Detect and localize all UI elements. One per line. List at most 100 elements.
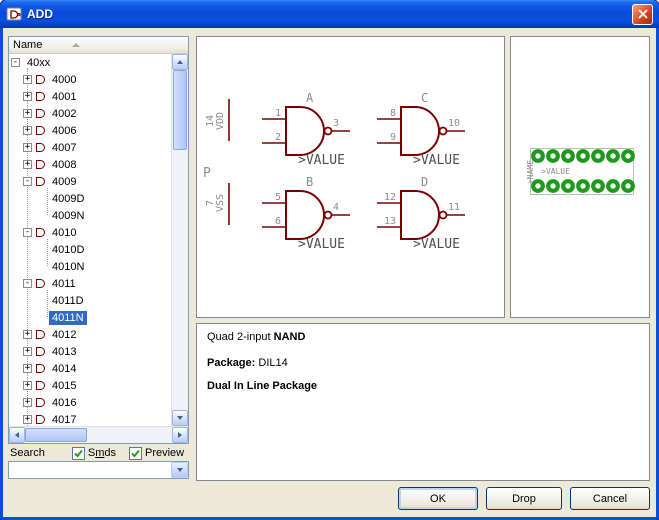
cancel-button[interactable]: Cancel [570, 487, 650, 510]
tree-item-4012[interactable]: +4012 [9, 326, 171, 343]
vertical-scroll-thumb[interactable] [173, 70, 187, 150]
tree-item-4010[interactable]: - 4010 [9, 224, 171, 241]
tree-vertical-scrollbar[interactable] [171, 54, 188, 426]
preview-checkbox[interactable]: Preview [129, 447, 184, 460]
close-button[interactable] [632, 4, 653, 25]
tree-item-label: 4000 [49, 73, 79, 87]
tree-item-4010D[interactable]: 4010D [9, 241, 171, 258]
tree-item-4008[interactable]: +4008 [9, 156, 171, 173]
device-icon [36, 143, 45, 152]
pad [623, 181, 633, 191]
svg-text:5: 5 [275, 192, 281, 203]
horizontal-scroll-thumb[interactable] [25, 428, 87, 442]
expand-icon[interactable]: + [23, 92, 32, 101]
svg-text:13: 13 [384, 216, 396, 227]
search-combo[interactable] [8, 461, 189, 479]
horizontal-scroll-track[interactable] [87, 427, 172, 443]
search-input[interactable] [9, 462, 171, 478]
tree-item-4009N[interactable]: 4009N [9, 207, 171, 224]
tree-header-label: Name [13, 39, 42, 51]
checkbox-checked-icon [72, 447, 85, 460]
device-icon [36, 381, 45, 390]
tree-item-label: 4002 [49, 107, 79, 121]
collapse-icon[interactable]: - [23, 177, 32, 186]
tree-item-label: 4012 [49, 328, 79, 342]
svg-text:P: P [203, 166, 211, 181]
tree-horizontal-scrollbar[interactable] [9, 426, 188, 443]
svg-text:6: 6 [275, 216, 281, 227]
expand-icon[interactable]: + [23, 398, 32, 407]
sort-arrow-icon [72, 43, 80, 47]
tree-item-label: 40xx [24, 56, 53, 70]
tree-item-label: 4006 [49, 124, 79, 138]
collapse-icon[interactable]: - [11, 58, 20, 67]
device-icon [36, 398, 45, 407]
device-icon [36, 75, 45, 84]
svg-text:10: 10 [448, 118, 460, 129]
tree-item-40xx[interactable]: -40xx [9, 54, 171, 71]
expand-icon[interactable]: + [23, 347, 32, 356]
smds-label: Smds [88, 447, 116, 459]
drop-button[interactable]: Drop [486, 487, 562, 510]
scroll-left-button[interactable] [9, 427, 25, 443]
tree-item-4010N[interactable]: 4010N [9, 258, 171, 275]
ok-button[interactable]: OK [398, 487, 478, 510]
tree-item-4007[interactable]: +4007 [9, 139, 171, 156]
tree-item-4011N[interactable]: 4011N [9, 309, 171, 326]
tree-viewport: -40xx+4000+4001+4002+4006+4007+4008-4009… [9, 54, 171, 426]
tree-item-4013[interactable]: +4013 [9, 343, 171, 360]
expand-icon[interactable]: + [23, 126, 32, 135]
titlebar[interactable]: ADD [0, 0, 659, 28]
expand-icon[interactable]: + [23, 160, 32, 169]
tree-item-4016[interactable]: +4016 [9, 394, 171, 411]
tree-header-name[interactable]: Name [9, 37, 188, 54]
pad [623, 151, 633, 161]
tree-item-4006[interactable]: +4006 [9, 122, 171, 139]
collapse-icon[interactable]: - [23, 279, 32, 288]
svg-text:1: 1 [275, 108, 281, 119]
pad [608, 151, 618, 161]
tree-item-4009D[interactable]: 4009D [9, 190, 171, 207]
tree-item-4000[interactable]: +4000 [9, 71, 171, 88]
tree-item-4014[interactable]: +4014 [9, 360, 171, 377]
tree-item-4002[interactable]: +4002 [9, 105, 171, 122]
vertical-scroll-track[interactable] [172, 150, 188, 410]
device-icon [36, 347, 45, 356]
tree-item-label: 4007 [49, 141, 79, 155]
app-icon [6, 6, 22, 22]
device-icon [36, 92, 45, 101]
svg-text:>VALUE: >VALUE [298, 153, 345, 168]
arrow-left-icon [15, 432, 19, 438]
dialog-body: Name -40xx+4000+4001+4002+4006+4007+4008… [3, 28, 656, 517]
scroll-right-button[interactable] [172, 427, 188, 443]
expand-icon[interactable]: + [23, 109, 32, 118]
tree-item-label: 4010N [49, 260, 87, 274]
expand-icon[interactable]: + [23, 143, 32, 152]
scroll-down-button[interactable] [172, 410, 188, 426]
svg-text:>VALUE: >VALUE [298, 237, 345, 252]
tree-item-4017[interactable]: +4017 [9, 411, 171, 426]
tree-item-4015[interactable]: +4015 [9, 377, 171, 394]
collapse-icon[interactable]: - [23, 228, 32, 237]
close-icon [638, 9, 648, 19]
pad [578, 181, 588, 191]
expand-icon[interactable]: + [23, 381, 32, 390]
scroll-up-button[interactable] [172, 54, 188, 70]
description-title: Quad 2-input NAND [207, 331, 639, 343]
dropdown-arrow-icon [177, 468, 183, 472]
expand-icon[interactable]: + [23, 330, 32, 339]
tree-item-4009[interactable]: -4009 [9, 173, 171, 190]
smds-checkbox[interactable]: Smds [72, 447, 116, 460]
nand-gate-B: B564>VALUE [262, 175, 350, 252]
combo-dropdown-button[interactable] [171, 462, 188, 478]
tree-item-label: 4010 [49, 226, 79, 240]
expand-icon[interactable]: + [23, 364, 32, 373]
tree-item-4011D[interactable]: 4011D [9, 292, 171, 309]
tree-item-4011[interactable]: -4011 [9, 275, 171, 292]
device-icon [36, 415, 45, 424]
tree-item-4001[interactable]: +4001 [9, 88, 171, 105]
expand-icon[interactable]: + [23, 75, 32, 84]
tree-connector-line [47, 188, 48, 215]
tree-item-label: 4010D [49, 243, 87, 257]
expand-icon[interactable]: + [23, 415, 32, 424]
